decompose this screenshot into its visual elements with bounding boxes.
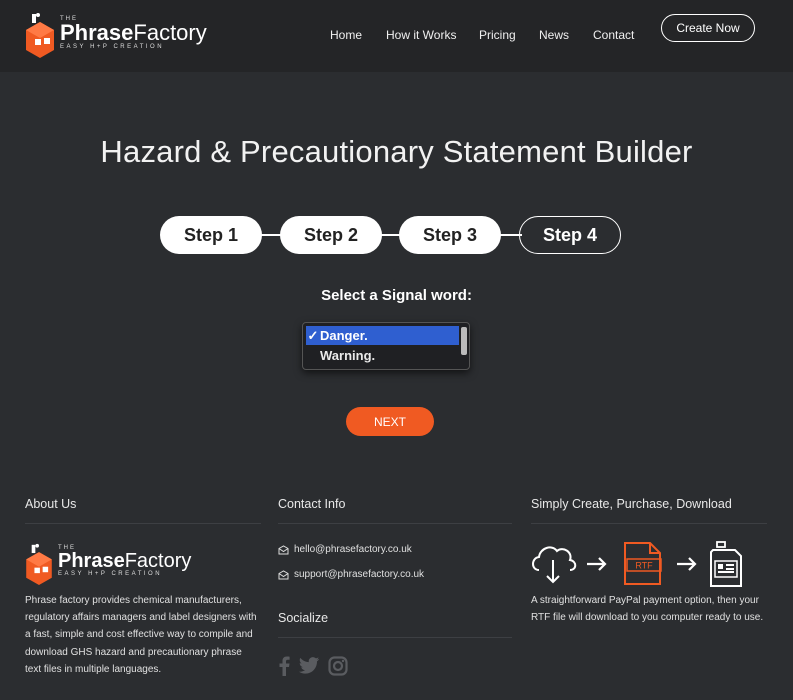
about-text: Phrase factory provides chemical manufac…: [25, 595, 257, 675]
nav-contact[interactable]: Contact: [593, 28, 634, 42]
envelope-icon: [278, 544, 289, 554]
nav-home[interactable]: Home: [330, 28, 362, 42]
brand-logo[interactable]: THE PhraseFactory EASY H+P CREATION: [24, 12, 214, 62]
nav-news[interactable]: News: [539, 28, 569, 42]
rtf-label: RTF: [635, 561, 653, 571]
next-button[interactable]: NEXT: [346, 407, 434, 436]
dropdown-scrollbar[interactable]: [461, 327, 467, 355]
envelope-icon: [278, 569, 289, 579]
step-1[interactable]: Step 1: [160, 216, 262, 254]
option-label: Danger.: [320, 328, 368, 343]
checkmark-icon: ✓: [307, 327, 319, 343]
divider: [278, 637, 512, 638]
nav-pricing[interactable]: Pricing: [479, 28, 516, 42]
simple-text: A straightforward PayPal payment option,…: [531, 595, 764, 624]
logo-name: PhraseFactory: [60, 20, 207, 45]
divider: [531, 523, 767, 524]
factory-logo-icon: [26, 543, 52, 585]
site-header: THE PhraseFactory EASY H+P CREATION Home…: [0, 0, 793, 72]
facebook-icon[interactable]: [278, 656, 290, 676]
divider: [278, 523, 512, 524]
option-label: Warning.: [320, 348, 376, 363]
option-warning[interactable]: Warning.: [306, 346, 459, 365]
step-connector: [260, 234, 282, 236]
simple-title: Simply Create, Purchase, Download: [531, 497, 732, 511]
signal-word-select[interactable]: ✓ Danger. Warning.: [302, 322, 470, 370]
signal-word-label: Select a Signal word:: [321, 287, 472, 304]
step-indicator: Step 1 Step 2 Step 3 Step 4: [160, 216, 622, 254]
contact-title: Contact Info: [278, 497, 346, 511]
cloud-download-icon: [532, 546, 577, 584]
email-link-hello[interactable]: hello@phrasefactory.co.uk: [278, 544, 412, 555]
socialize-title: Socialize: [278, 611, 329, 625]
factory-logo-icon: [26, 13, 54, 58]
twitter-icon[interactable]: [298, 656, 320, 676]
email-text: hello@phrasefactory.co.uk: [294, 544, 412, 555]
about-title: About Us: [25, 497, 77, 511]
step-2[interactable]: Step 2: [280, 216, 382, 254]
nav-how-it-works[interactable]: How it Works: [386, 28, 456, 42]
create-now-button[interactable]: Create Now: [661, 14, 755, 42]
step-4[interactable]: Step 4: [519, 216, 621, 254]
divider: [25, 523, 261, 524]
page-title: Hazard & Precautionary Statement Builder: [100, 134, 693, 169]
chemical-container-icon: [710, 541, 742, 587]
arrow-right-icon: [587, 557, 607, 571]
email-link-support[interactable]: support@phrasefactory.co.uk: [278, 569, 424, 580]
footer-brand-logo: THE PhraseFactory EASY H+P CREATION: [24, 543, 214, 593]
option-danger[interactable]: ✓ Danger.: [306, 326, 459, 345]
instagram-icon[interactable]: [328, 656, 348, 676]
rtf-file-icon: RTF: [624, 542, 662, 585]
arrow-right-icon: [677, 557, 697, 571]
step-3[interactable]: Step 3: [399, 216, 501, 254]
email-text: support@phrasefactory.co.uk: [294, 569, 425, 580]
social-links: [278, 656, 348, 676]
process-flow: RTF: [530, 540, 770, 588]
